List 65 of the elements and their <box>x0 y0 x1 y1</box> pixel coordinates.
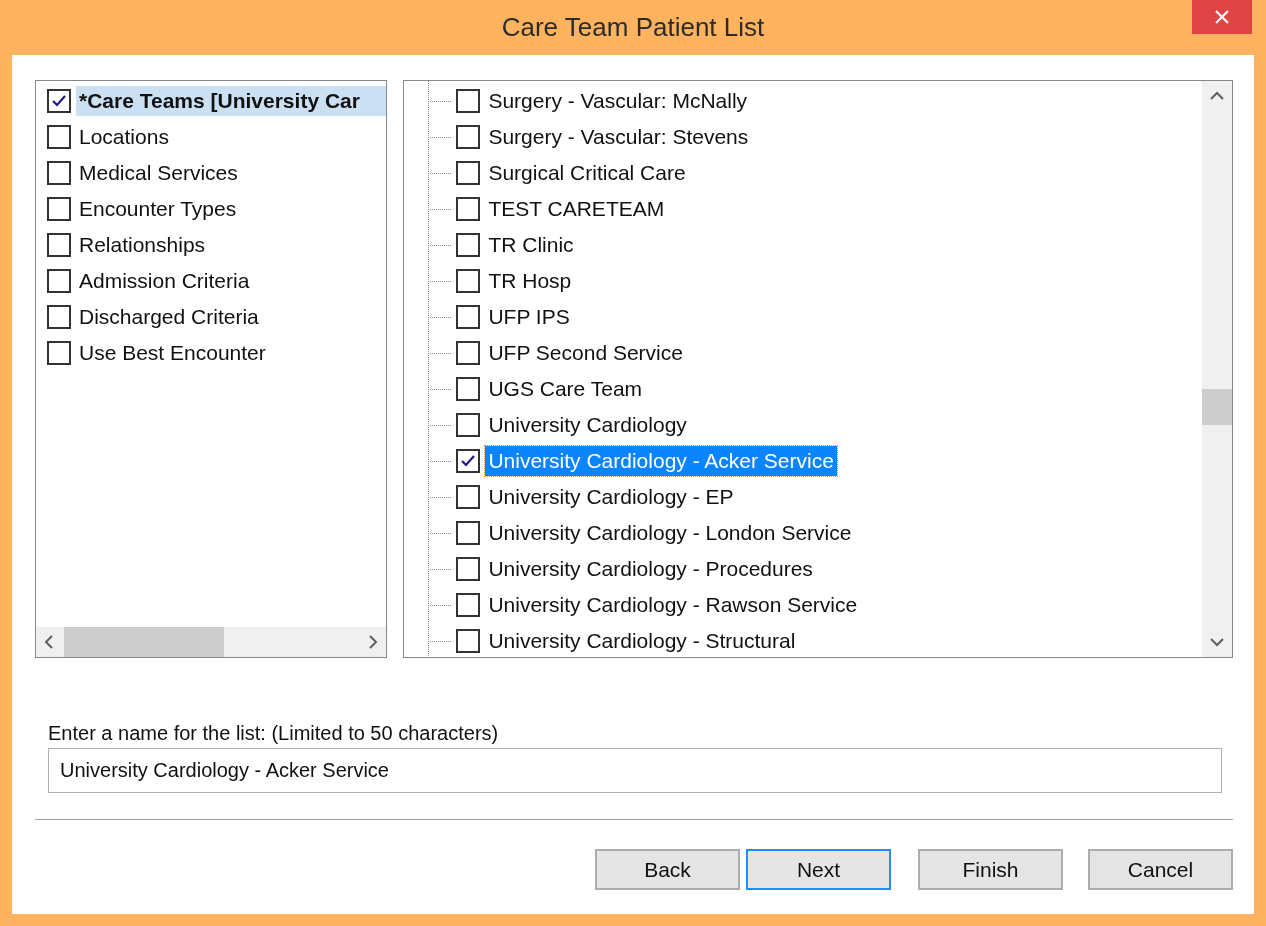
field-label: Enter a name for the list: (Limited to 50 characters) <box>48 722 500 745</box>
checkbox[interactable] <box>456 305 481 329</box>
care-team-item[interactable]: University Cardiology - Structural <box>485 626 799 656</box>
dialog-button[interactable]: Next <box>746 849 891 890</box>
checkbox[interactable] <box>456 341 481 365</box>
checkbox[interactable] <box>456 413 481 437</box>
category-item[interactable]: Admission Criteria <box>76 266 253 296</box>
dialog-button[interactable]: Cancel <box>1088 849 1233 890</box>
checkbox[interactable] <box>456 485 481 509</box>
care-team-item[interactable]: University Cardiology - London Service <box>485 518 855 548</box>
care-team-item[interactable]: Surgery - Vascular: Stevens <box>485 122 752 152</box>
care-team-item[interactable]: TR Hosp <box>485 266 575 296</box>
checkbox[interactable] <box>47 305 71 329</box>
checkbox[interactable] <box>47 125 71 149</box>
window-title: Care Team Patient List <box>501 12 765 43</box>
category-item[interactable]: Relationships <box>76 230 209 260</box>
vertical-scrollbar[interactable] <box>1202 81 1232 657</box>
care-team-item[interactable]: University Cardiology - Acker Service <box>485 446 837 476</box>
scrollbar-thumb[interactable] <box>1202 389 1232 425</box>
scrollbar-thumb[interactable] <box>64 627 224 657</box>
category-item[interactable]: Locations <box>76 122 172 152</box>
dialog-button[interactable]: Finish <box>918 849 1063 890</box>
checkbox[interactable] <box>456 593 481 617</box>
checkbox[interactable] <box>456 161 481 185</box>
checkbox[interactable] <box>456 557 481 581</box>
checkbox[interactable] <box>47 89 71 113</box>
checkbox[interactable] <box>456 449 481 473</box>
category-item[interactable]: Discharged Criteria <box>76 302 262 332</box>
care-team-item[interactable]: TR Clinic <box>485 230 577 260</box>
checkbox[interactable] <box>456 629 481 653</box>
care-team-item[interactable]: UFP IPS <box>485 302 573 332</box>
checkbox[interactable] <box>47 197 71 221</box>
scroll-right-icon[interactable] <box>368 635 379 649</box>
close-icon <box>1215 10 1229 24</box>
close-button[interactable] <box>1192 0 1252 34</box>
category-item[interactable]: Medical Services <box>76 158 241 188</box>
category-item[interactable]: Encounter Types <box>76 194 240 224</box>
care-team-item[interactable]: University Cardiology - Rawson Service <box>485 590 861 620</box>
care-team-item[interactable]: UFP Second Service <box>485 338 686 368</box>
care-team-item[interactable]: Surgery - Vascular: McNally <box>485 86 751 116</box>
checkbox[interactable] <box>456 233 481 257</box>
scroll-down-icon[interactable] <box>1210 637 1224 647</box>
checkbox[interactable] <box>456 377 481 401</box>
checkbox[interactable] <box>456 521 481 545</box>
checkbox[interactable] <box>47 341 71 365</box>
checkbox[interactable] <box>456 197 481 221</box>
checkbox[interactable] <box>456 269 481 293</box>
list-name-field[interactable]: University Cardiology - Acker Service <box>48 748 1222 793</box>
care-team-item[interactable]: TEST CARETEAM <box>485 194 668 224</box>
care-team-item[interactable]: UGS Care Team <box>485 374 646 404</box>
dialog-button[interactable]: Back <box>595 849 740 890</box>
category-item[interactable]: Use Best Encounter <box>76 338 269 368</box>
category-item[interactable]: *Care Teams [University Car <box>76 86 387 116</box>
horizontal-scrollbar[interactable] <box>36 627 387 657</box>
scroll-up-icon[interactable] <box>1210 91 1224 101</box>
care-team-item[interactable]: University Cardiology - EP <box>485 482 737 512</box>
checkbox[interactable] <box>456 89 481 113</box>
checkbox[interactable] <box>456 125 481 149</box>
checkbox[interactable] <box>47 161 71 185</box>
care-team-item[interactable]: University Cardiology - Procedures <box>485 554 816 584</box>
care-team-item[interactable]: Surgical Critical Care <box>485 158 689 188</box>
checkbox[interactable] <box>47 233 71 257</box>
scroll-left-icon[interactable] <box>44 635 54 649</box>
checkbox[interactable] <box>47 269 71 293</box>
care-team-item[interactable]: University Cardiology <box>485 410 690 440</box>
